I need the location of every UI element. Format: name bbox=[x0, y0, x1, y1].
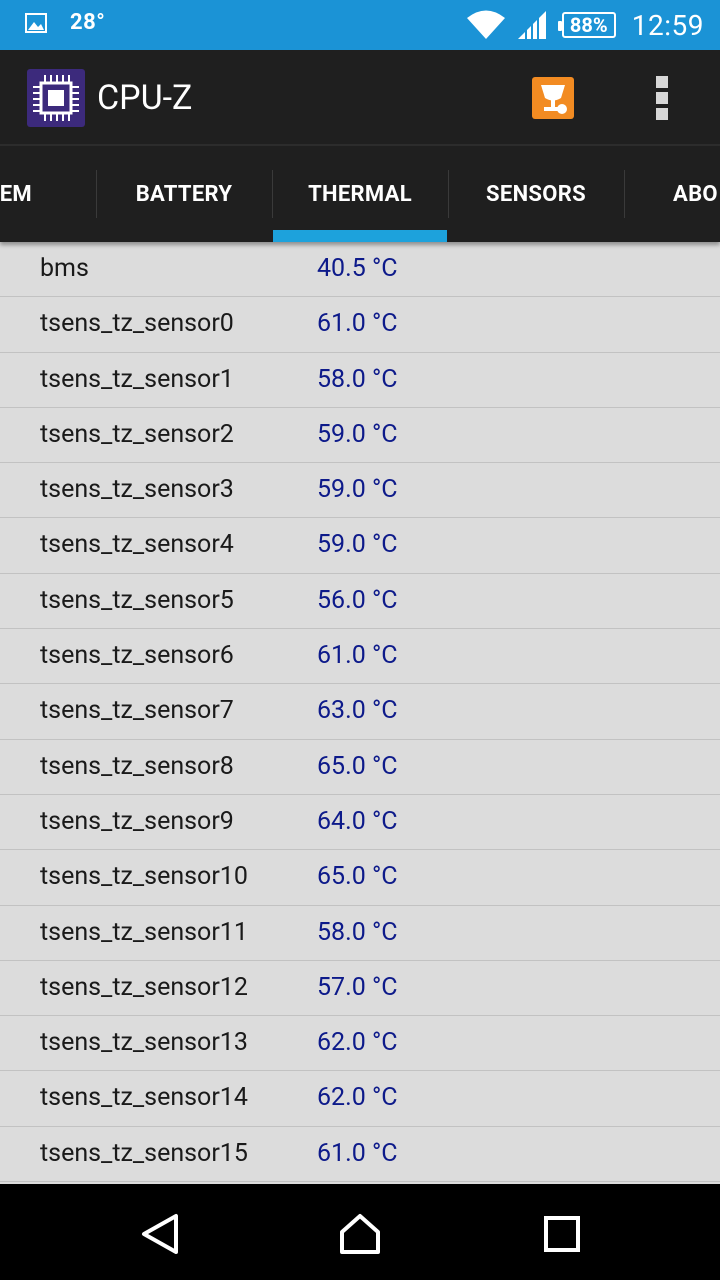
image-icon bbox=[25, 12, 47, 33]
wifi-icon bbox=[466, 10, 505, 39]
sensor-temperature: 63.0 °C bbox=[317, 696, 398, 726]
sensor-temperature: 61.0 °C bbox=[317, 641, 398, 671]
sensor-name: tsens_tz_sensor6 bbox=[40, 641, 234, 671]
app-root: 28° 88% 12:59 CPU-Z EM BATTERY THERMAL S… bbox=[0, 0, 720, 1280]
sensor-name: tsens_tz_sensor9 bbox=[40, 806, 234, 836]
list-item: tsens_tz_sensor4 59.0 °C bbox=[0, 518, 720, 574]
tab-indicator bbox=[273, 230, 447, 242]
back-icon[interactable] bbox=[138, 1212, 182, 1256]
list-item: tsens_tz_sensor14 62.0 °C bbox=[0, 1071, 720, 1127]
list-item: tsens_tz_sensor0 61.0 °C bbox=[0, 297, 720, 353]
sensor-temperature: 59.0 °C bbox=[317, 530, 398, 560]
list-item: tsens_tz_sensor8 65.0 °C bbox=[0, 740, 720, 795]
sensor-temperature: 62.0 °C bbox=[317, 1083, 398, 1113]
sensor-name: tsens_tz_sensor8 bbox=[40, 751, 234, 781]
tab-label: SENSORS bbox=[486, 181, 586, 207]
sensor-name: tsens_tz_sensor15 bbox=[40, 1138, 248, 1168]
list-item: tsens_tz_sensor9 64.0 °C bbox=[0, 795, 720, 851]
overflow-dot bbox=[656, 76, 668, 88]
recents-icon[interactable] bbox=[540, 1212, 584, 1256]
list-item: tsens_tz_sensor5 56.0 °C bbox=[0, 574, 720, 630]
trophy-icon[interactable] bbox=[532, 77, 574, 119]
home-icon[interactable] bbox=[338, 1212, 382, 1256]
sensor-name: bms bbox=[40, 254, 89, 283]
tab-label: STEM bbox=[0, 181, 32, 207]
sensor-name: tsens_tz_sensor1 bbox=[40, 364, 234, 394]
overflow-dot bbox=[656, 92, 668, 104]
battery-icon: 88% bbox=[557, 12, 616, 38]
status-clock: 12:59 bbox=[631, 8, 704, 42]
tab-thermal[interactable]: THERMAL bbox=[272, 146, 448, 242]
list-item: tsens_tz_sensor13 62.0 °C bbox=[0, 1016, 720, 1072]
sensor-name: tsens_tz_sensor4 bbox=[40, 530, 234, 560]
app-bar: CPU-Z bbox=[0, 50, 720, 146]
sensor-name: tsens_tz_sensor13 bbox=[40, 1028, 248, 1058]
tab-label: THERMAL bbox=[308, 181, 412, 207]
tab-about[interactable]: ABO bbox=[624, 146, 720, 242]
list-item: tsens_tz_sensor11 58.0 °C bbox=[0, 906, 720, 961]
sensor-temperature: 61.0 °C bbox=[317, 1138, 398, 1168]
sensor-name: tsens_tz_sensor12 bbox=[40, 972, 248, 1002]
tab-label: ABO bbox=[673, 181, 718, 207]
tab-system[interactable]: STEM bbox=[0, 146, 90, 242]
sensor-temperature: 59.0 °C bbox=[317, 419, 398, 449]
sensor-name: tsens_tz_sensor5 bbox=[40, 585, 234, 615]
status-temperature: 28° bbox=[70, 10, 106, 35]
battery-level: 88% bbox=[569, 13, 608, 37]
sensor-temperature: 56.0 °C bbox=[317, 585, 398, 615]
list-item: tsens_tz_sensor10 65.0 °C bbox=[0, 850, 720, 906]
sensor-temperature: 61.0 °C bbox=[317, 309, 398, 339]
tab-bar: STEM BATTERY THERMAL SENSORS ABO bbox=[0, 146, 720, 242]
list-item: bms 40.5 °C bbox=[0, 242, 720, 298]
signal-icon bbox=[517, 11, 546, 39]
tab-battery[interactable]: BATTERY bbox=[96, 146, 272, 242]
status-bar: 28° 88% 12:59 bbox=[0, 0, 720, 50]
list-item: tsens_tz_sensor6 61.0 °C bbox=[0, 629, 720, 685]
app-logo-icon bbox=[27, 69, 85, 127]
overflow-dot bbox=[656, 108, 668, 120]
sensor-temperature: 64.0 °C bbox=[317, 806, 398, 836]
sensor-name: tsens_tz_sensor0 bbox=[40, 309, 234, 339]
sensor-name: tsens_tz_sensor11 bbox=[40, 917, 248, 947]
sensor-name: tsens_tz_sensor2 bbox=[40, 419, 234, 449]
tab-label: BATTERY bbox=[135, 181, 233, 207]
list-item: tsens_tz_sensor2 59.0 °C bbox=[0, 408, 720, 464]
overflow-menu-icon[interactable] bbox=[656, 76, 670, 120]
sensor-temperature: 62.0 °C bbox=[317, 1028, 398, 1058]
sensor-temperature: 58.0 °C bbox=[317, 917, 398, 947]
thermal-list[interactable]: bms 40.5 °C tsens_tz_sensor0 61.0 °C tsens_t… bbox=[0, 242, 720, 1183]
sensor-temperature: 40.5 °C bbox=[317, 254, 398, 283]
sensor-name: tsens_tz_sensor14 bbox=[40, 1083, 248, 1113]
chip-icon bbox=[33, 75, 79, 121]
nav-bar bbox=[0, 1184, 720, 1280]
sensor-temperature: 65.0 °C bbox=[317, 751, 398, 781]
status-right: 88% 12:59 bbox=[466, 6, 704, 44]
list-item: tsens_tz_sensor15 61.0 °C bbox=[0, 1127, 720, 1183]
status-left: 28° bbox=[24, 10, 105, 35]
list-item: tsens_tz_sensor7 63.0 °C bbox=[0, 684, 720, 740]
sensor-temperature: 65.0 °C bbox=[317, 862, 398, 892]
sensor-name: tsens_tz_sensor3 bbox=[40, 475, 234, 505]
sensor-temperature: 57.0 °C bbox=[317, 972, 398, 1002]
app-title: CPU-Z bbox=[97, 78, 193, 118]
list-item: tsens_tz_sensor1 58.0 °C bbox=[0, 353, 720, 408]
list-item: tsens_tz_sensor3 59.0 °C bbox=[0, 463, 720, 519]
sensor-name: tsens_tz_sensor10 bbox=[40, 862, 248, 892]
tab-sensors[interactable]: SENSORS bbox=[448, 146, 624, 242]
sensor-temperature: 59.0 °C bbox=[317, 475, 398, 505]
sensor-name: tsens_tz_sensor7 bbox=[40, 696, 234, 726]
sensor-temperature: 58.0 °C bbox=[317, 364, 398, 394]
list-item: tsens_tz_sensor12 57.0 °C bbox=[0, 961, 720, 1017]
